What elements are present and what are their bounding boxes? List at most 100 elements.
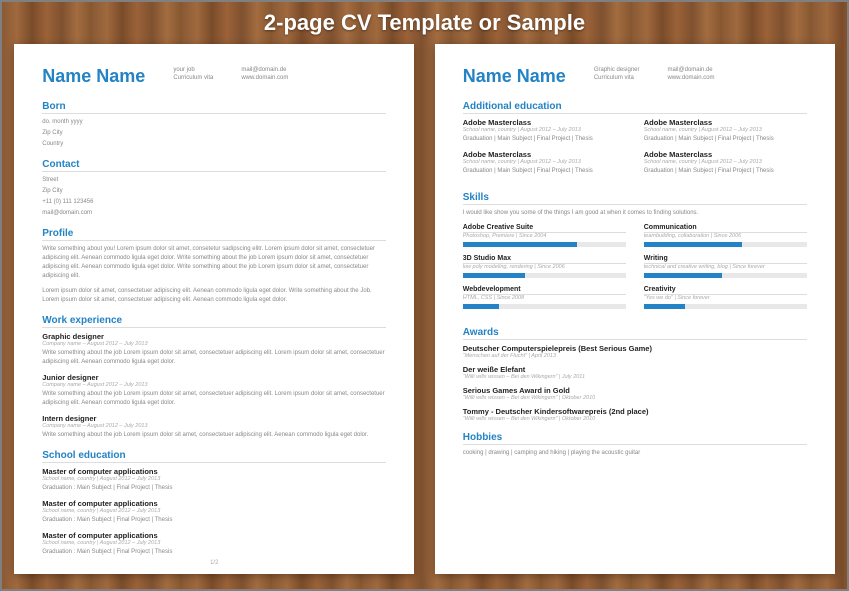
born-title: Born: [42, 101, 386, 114]
work-role: Graphic designer: [42, 332, 386, 341]
work-meta: Company name – August 2012 – July 2013: [42, 341, 386, 347]
award-name: Deutscher Computerspielepreis (Best Seri…: [463, 344, 807, 353]
header-col-job: Graphic designer Curriculum vita: [594, 66, 640, 83]
section-hobbies: Hobbies cooking | drawing | camping and …: [463, 432, 807, 458]
award-meta: “Menschen auf der Flucht” | April 2013: [463, 353, 807, 359]
awards-title: Awards: [463, 327, 807, 340]
award-meta: “Willi wills wissen – Bei den Wikingern”…: [463, 416, 807, 422]
skill-entry: Adobe Creative Suite Photoshop, Premiere…: [463, 224, 626, 247]
work-entry: Junior designer Company name – August 20…: [42, 373, 386, 408]
addedu-entry: Adobe Masterclass School name, country |…: [463, 118, 626, 144]
page1-header: Name Name your job Curriculum vita mail@…: [42, 66, 386, 87]
school-entry: Master of computer applications School n…: [42, 531, 386, 557]
skill-meta: “Yes we do” | Since forever: [644, 295, 807, 301]
school-meta: School name, country | August 2012 – Jul…: [42, 540, 386, 546]
contact-line-0: Street: [42, 176, 386, 185]
skills-intro: I would like show you some of the things…: [463, 209, 807, 218]
addedu-entry: Adobe Masterclass School name, country |…: [644, 118, 807, 144]
award-name: Serious Games Award in Gold: [463, 386, 807, 395]
addedu-grad: Graduation | Main Subject | Final Projec…: [463, 167, 626, 176]
work-role: Junior designer: [42, 373, 386, 382]
skill-bar: [644, 273, 807, 278]
skills-cols: Adobe Creative Suite Photoshop, Premiere…: [463, 224, 807, 317]
header-col-contact: mail@domain.de www.domain.com: [241, 66, 288, 83]
page2-header: Name Name Graphic designer Curriculum vi…: [463, 66, 807, 87]
section-work: Work experience Graphic designer Company…: [42, 315, 386, 440]
contact-line-3: mail@domain.com: [42, 209, 386, 218]
contact-line-1: Zip City: [42, 187, 386, 196]
school-meta: School name, country | August 2012 – Jul…: [42, 476, 386, 482]
award-entry: Tommy - Deutscher Kindersoftwarepreis (2…: [463, 407, 807, 422]
skill-entry: 3D Studio Max low poly modeling, renderi…: [463, 255, 626, 278]
skills-title: Skills: [463, 192, 807, 205]
header-job: Graphic designer: [594, 66, 640, 74]
header-col-contact: mail@domain.de www.domain.com: [668, 66, 715, 83]
addedu-grad: Graduation | Main Subject | Final Projec…: [463, 135, 626, 144]
hobbies-text: cooking | drawing | camping and hiking |…: [463, 449, 807, 458]
addedu-entry: Adobe Masterclass School name, country |…: [644, 150, 807, 176]
header-site: www.domain.com: [668, 74, 715, 82]
skill-bar: [463, 242, 626, 247]
section-born: Born do. month yyyy Zip City Country: [42, 101, 386, 149]
school-meta: School name, country | August 2012 – Jul…: [42, 508, 386, 514]
school-grad: Graduation : Main Subject | Final Projec…: [42, 548, 386, 557]
skill-bar: [644, 242, 807, 247]
section-school: School education Master of computer appl…: [42, 450, 386, 557]
profile-title: Profile: [42, 228, 386, 241]
work-entry: Intern designer Company name – August 20…: [42, 414, 386, 440]
contact-title: Contact: [42, 159, 386, 172]
document-frame: 2-page CV Template or Sample Name Name y…: [0, 0, 849, 591]
work-meta: Company name – August 2012 – July 2013: [42, 382, 386, 388]
award-meta: “Willi wills wissen – Bei den Wikingern”…: [463, 395, 807, 401]
addedu-meta: School name, country | August 2012 – Jul…: [463, 127, 626, 133]
header-col-job: your job Curriculum vita: [173, 66, 213, 83]
work-entry: Graphic designer Company name – August 2…: [42, 332, 386, 367]
award-entry: Der weiße Elefant “Willi wills wissen – …: [463, 365, 807, 380]
work-role: Intern designer: [42, 414, 386, 423]
addedu-name: Adobe Masterclass: [644, 150, 807, 159]
profile-p2: Lorem ipsum dolor sit amet, consectetuer…: [42, 287, 386, 305]
skill-entry: Creativity “Yes we do” | Since forever: [644, 286, 807, 309]
school-entry: Master of computer applications School n…: [42, 499, 386, 525]
addedu-name: Adobe Masterclass: [644, 118, 807, 127]
skill-meta: technical and creative writing, blog | S…: [644, 264, 807, 270]
person-name: Name Name: [463, 66, 566, 87]
award-name: Tommy - Deutscher Kindersoftwarepreis (2…: [463, 407, 807, 416]
born-line-0: do. month yyyy: [42, 118, 386, 127]
section-additional-education: Additional education Adobe Masterclass S…: [463, 101, 807, 182]
skill-meta: low poly modeling, rendering | Since 200…: [463, 264, 626, 270]
profile-p1: Write something about you! Lorem ipsum d…: [42, 245, 386, 281]
award-entry: Serious Games Award in Gold “Willi wills…: [463, 386, 807, 401]
skill-name: Creativity: [644, 286, 807, 295]
school-title: School education: [42, 450, 386, 463]
person-name: Name Name: [42, 66, 145, 87]
section-profile: Profile Write something about you! Lorem…: [42, 228, 386, 305]
header-job: your job: [173, 66, 213, 74]
addedu-name: Adobe Masterclass: [463, 118, 626, 127]
work-desc: Write something about the job Lorem ipsu…: [42, 390, 386, 408]
section-contact: Contact Street Zip City +11 (0) 111 1234…: [42, 159, 386, 218]
header-email: mail@domain.de: [668, 66, 715, 74]
skill-name: 3D Studio Max: [463, 255, 626, 264]
header-cv-label: Curriculum vita: [173, 74, 213, 82]
page-banner-title: 2-page CV Template or Sample: [2, 10, 847, 36]
skill-bar: [463, 273, 626, 278]
award-meta: “Willi wills wissen – Bei den Wikingern”…: [463, 374, 807, 380]
school-grad: Graduation : Main Subject | Final Projec…: [42, 516, 386, 525]
skill-meta: HTML, CSS | Since 2008: [463, 295, 626, 301]
hobbies-title: Hobbies: [463, 432, 807, 445]
cv-page-2: Name Name Graphic designer Curriculum vi…: [435, 44, 835, 574]
contact-line-2: +11 (0) 111 123456: [42, 198, 386, 207]
skill-entry: Writing technical and creative writing, …: [644, 255, 807, 278]
pages-container: Name Name your job Curriculum vita mail@…: [2, 2, 847, 589]
school-name: Master of computer applications: [42, 531, 386, 540]
cv-page-1: Name Name your job Curriculum vita mail@…: [14, 44, 414, 574]
skill-name: Webdevelopment: [463, 286, 626, 295]
addedu-grad: Graduation | Main Subject | Final Projec…: [644, 167, 807, 176]
section-awards: Awards Deutscher Computerspielepreis (Be…: [463, 327, 807, 422]
born-line-2: Country: [42, 140, 386, 149]
addedu-entry: Adobe Masterclass School name, country |…: [463, 150, 626, 176]
skill-entry: Communication teambuilding, collaboratio…: [644, 224, 807, 247]
addedu-meta: School name, country | August 2012 – Jul…: [644, 127, 807, 133]
addedu-title: Additional education: [463, 101, 807, 114]
